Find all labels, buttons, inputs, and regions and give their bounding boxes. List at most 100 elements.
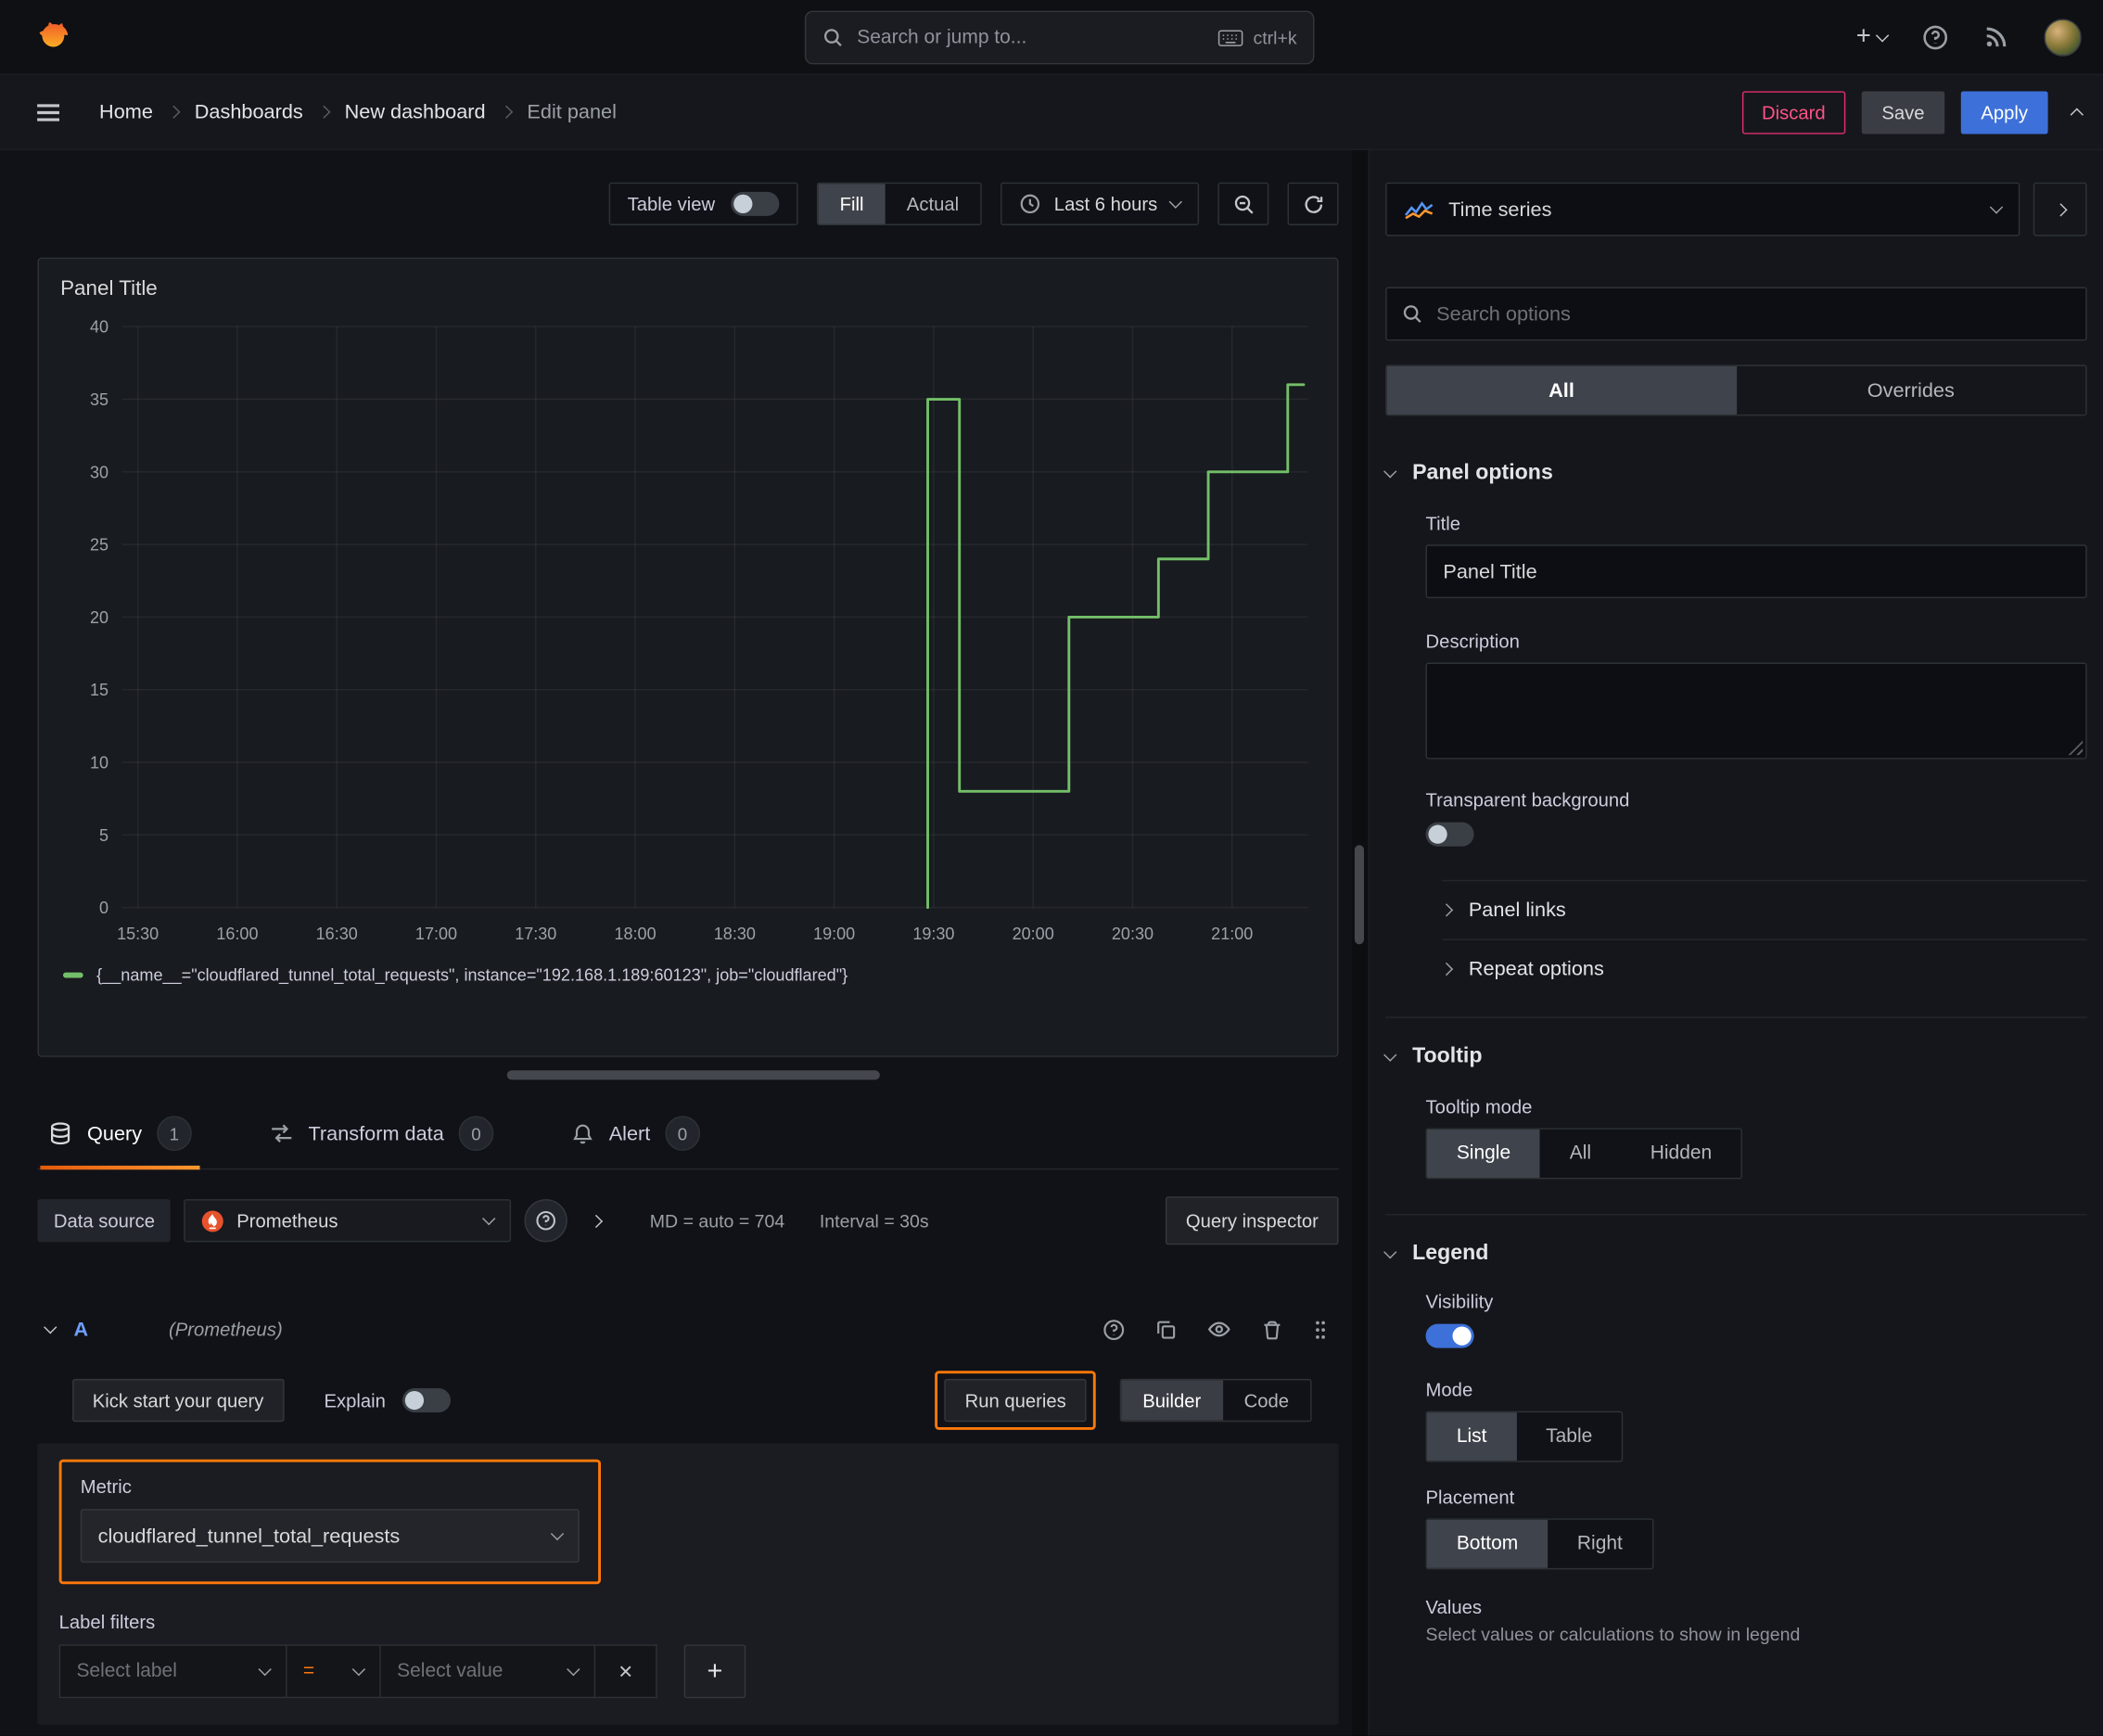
discard-button[interactable]: Discard [1741, 90, 1846, 134]
tab-transform-label: Transform data [308, 1121, 444, 1145]
chevron-down-icon [1989, 200, 2004, 214]
add-filter-button[interactable]: + [683, 1644, 746, 1699]
transparent-background-switch[interactable] [1425, 822, 1474, 847]
legend-mode-list[interactable]: List [1427, 1412, 1517, 1462]
expand-options-chevron-icon[interactable] [590, 1214, 604, 1228]
collapse-query-chevron-icon[interactable] [44, 1321, 57, 1334]
time-range-picker[interactable]: Last 6 hours [1000, 182, 1200, 226]
query-builder-card: Metric cloudflared_tunnel_total_requests… [37, 1443, 1339, 1726]
pane-divider[interactable] [1352, 150, 1369, 1736]
panel-links-section[interactable]: Panel links [1439, 879, 2087, 939]
tooltip-mode-single[interactable]: Single [1427, 1129, 1540, 1178]
query-datasource-hint: (Prometheus) [169, 1318, 283, 1340]
operator-value: = [302, 1660, 315, 1682]
delete-query-trash-icon[interactable] [1261, 1318, 1284, 1341]
chevron-down-icon [550, 1526, 565, 1541]
query-actions-row: Kick start your query Explain Run querie… [38, 1371, 1339, 1430]
actual-option[interactable]: Actual [886, 184, 981, 223]
legend-header[interactable]: Legend [1383, 1242, 2086, 1266]
tab-alert[interactable]: Alert 0 [564, 1105, 708, 1168]
tab-all[interactable]: All [1386, 365, 1737, 415]
pane-resize-handle[interactable] [506, 1070, 880, 1080]
run-queries-button[interactable]: Run queries [944, 1378, 1087, 1423]
refresh-button[interactable] [1287, 182, 1339, 226]
time-range-label: Last 6 hours [1053, 193, 1158, 215]
svg-text:15:30: 15:30 [117, 925, 159, 943]
table-view-switch[interactable] [731, 191, 780, 216]
svg-text:35: 35 [90, 390, 108, 409]
new-menu-button[interactable]: + [1856, 22, 1890, 52]
save-button[interactable]: Save [1861, 90, 1945, 134]
panel-options-header[interactable]: Panel options [1383, 462, 2086, 486]
tooltip-mode-all[interactable]: All [1540, 1130, 1621, 1178]
chevron-down-icon [567, 1662, 580, 1677]
duplicate-query-icon[interactable] [1154, 1318, 1178, 1341]
svg-text:15: 15 [90, 681, 108, 699]
query-row-header: A (Prometheus) [38, 1298, 1339, 1360]
prometheus-icon [202, 1209, 225, 1232]
time-series-chart: 0 5 10 15 20 25 30 35 40 15:30 16:00 16:30 17:00 17:3… [57, 318, 1319, 955]
tooltip-mode-hidden[interactable]: Hidden [1621, 1130, 1741, 1178]
query-inspector-button[interactable]: Query inspector [1166, 1196, 1339, 1245]
legend-placement-right[interactable]: Right [1548, 1520, 1652, 1568]
time-series-viz-icon [1404, 198, 1434, 220]
description-textarea[interactable] [1427, 663, 2086, 759]
fill-option[interactable]: Fill [818, 184, 886, 224]
tooltip-mode-group: Single All Hidden [1425, 1128, 1743, 1180]
news-rss-icon[interactable] [1983, 24, 2008, 49]
panel-title-input[interactable] [1425, 544, 2087, 599]
visualization-picker[interactable]: Time series [1385, 182, 2020, 236]
zoom-out-button[interactable] [1217, 182, 1269, 226]
breadcrumb-new-dashboard[interactable]: New dashboard [345, 100, 486, 123]
table-view-toggle[interactable]: Table view [608, 182, 798, 226]
options-search-input[interactable] [1436, 302, 2071, 326]
datasource-help-button[interactable] [525, 1199, 568, 1243]
metric-select[interactable]: cloudflared_tunnel_total_requests [80, 1509, 580, 1564]
chevron-right-icon [167, 105, 181, 119]
collapse-up-icon[interactable] [2070, 105, 2084, 121]
legend-placement-bottom[interactable]: Bottom [1427, 1519, 1549, 1568]
datasource-picker[interactable]: Prometheus [184, 1199, 512, 1243]
interval-stat: Interval = 30s [819, 1210, 929, 1232]
breadcrumb-home[interactable]: Home [99, 100, 153, 123]
code-option[interactable]: Code [1222, 1380, 1310, 1420]
tab-transform-data[interactable]: Transform data 0 [261, 1105, 502, 1168]
chevron-right-icon [1439, 962, 1454, 976]
tab-overrides[interactable]: Overrides [1736, 366, 2085, 415]
user-avatar[interactable] [2044, 18, 2082, 57]
chevron-down-icon [1168, 195, 1182, 209]
select-label-dropdown[interactable]: Select label [58, 1644, 287, 1699]
hide-query-eye-icon[interactable] [1207, 1317, 1231, 1341]
svg-text:20:30: 20:30 [1112, 925, 1153, 943]
label-filters-label: Label filters [58, 1611, 156, 1633]
operator-dropdown[interactable]: = [287, 1644, 381, 1699]
tab-query[interactable]: Query 1 [40, 1105, 200, 1170]
legend-mode-table[interactable]: Table [1516, 1412, 1622, 1461]
help-icon[interactable] [1922, 23, 1949, 50]
global-search[interactable]: Search or jump to... ctrl+k [804, 10, 1315, 65]
query-help-icon[interactable] [1102, 1318, 1126, 1341]
fill-actual-segment: Fill Actual [817, 182, 982, 226]
collapse-options-button[interactable] [2033, 182, 2087, 236]
kick-start-query-button[interactable]: Kick start your query [72, 1378, 285, 1423]
breadcrumb-dashboards[interactable]: Dashboards [195, 100, 303, 123]
tooltip-header[interactable]: Tooltip [1383, 1045, 2086, 1069]
repeat-options-section[interactable]: Repeat options [1439, 938, 2087, 999]
description-field [1425, 662, 2087, 760]
legend-swatch [62, 973, 83, 978]
builder-option[interactable]: Builder [1121, 1380, 1223, 1421]
vertical-scrollbar-thumb[interactable] [1354, 845, 1365, 945]
remove-filter-button[interactable]: × [595, 1644, 657, 1699]
menu-hamburger-icon[interactable] [30, 94, 68, 132]
drag-handle-grip-icon[interactable] [1313, 1318, 1328, 1341]
options-search[interactable] [1385, 287, 2087, 341]
svg-text:17:00: 17:00 [415, 925, 457, 943]
legend-item[interactable]: {__name__="cloudflared_tunnel_total_requ… [62, 965, 1319, 985]
legend-visibility-switch[interactable] [1425, 1323, 1474, 1348]
tooltip-mode-label: Tooltip mode [1425, 1095, 1533, 1117]
explain-switch[interactable] [401, 1388, 451, 1413]
legend-values-label: Values [1425, 1596, 1482, 1618]
chevron-right-icon [499, 105, 514, 119]
select-value-dropdown[interactable]: Select value [380, 1644, 596, 1699]
apply-button[interactable]: Apply [1960, 90, 2048, 134]
